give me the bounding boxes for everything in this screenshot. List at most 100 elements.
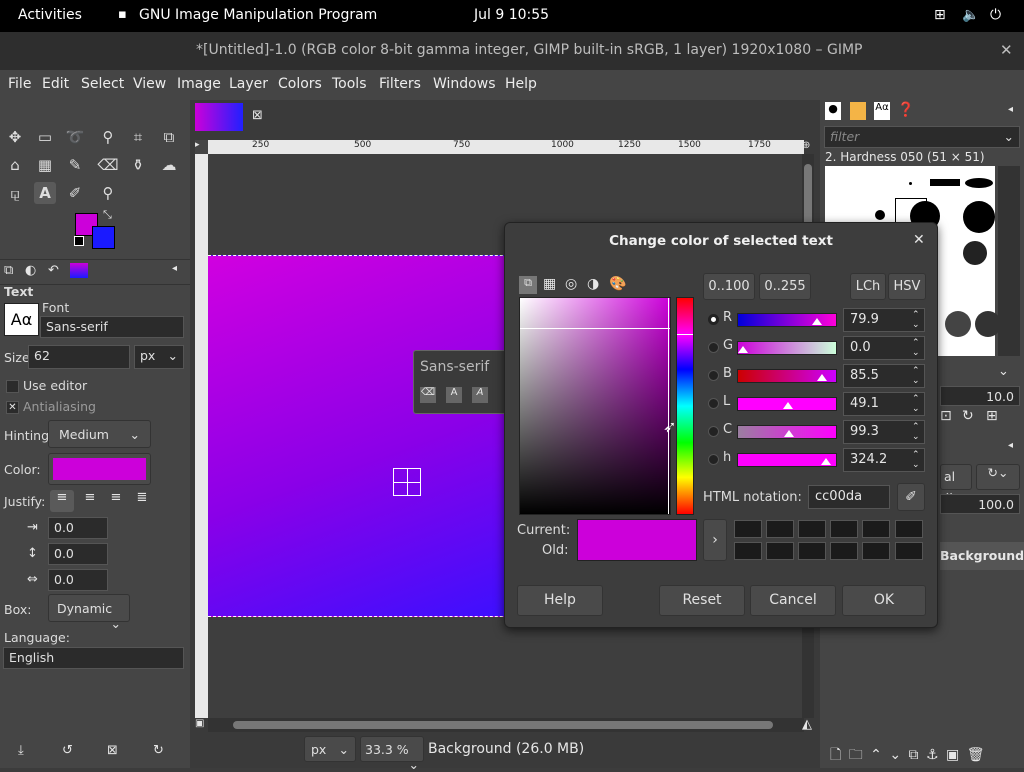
zoom-fit-icon[interactable]: ◭ — [802, 717, 812, 732]
brush-filter-input[interactable]: filter ⌄ — [824, 126, 1020, 148]
clear-style-icon[interactable]: ⌫ — [420, 387, 436, 403]
history-swatch[interactable] — [895, 542, 923, 560]
reset-button[interactable]: Reset — [659, 585, 745, 616]
horizontal-scrollbar[interactable] — [208, 718, 804, 732]
justify-center-icon[interactable]: ≡ — [104, 490, 128, 512]
fonts-tab-icon[interactable]: Aα — [874, 102, 890, 120]
history-swatch[interactable] — [766, 520, 794, 538]
help-button[interactable]: Help — [517, 585, 603, 616]
channel-value-input[interactable]: 0.0 ⌃⌄ — [843, 336, 925, 360]
spin-arrows-icon[interactable]: ⌃⌄ — [912, 450, 920, 470]
watercolor-selector-icon[interactable]: ◎ — [565, 276, 577, 292]
indent-input[interactable]: 0.0 — [48, 517, 108, 539]
duplicate-layer-icon[interactable]: ⧉ — [909, 747, 919, 763]
channel-value-input[interactable]: 79.9 ⌃⌄ — [843, 308, 925, 332]
rect-select-tool-icon[interactable]: ▭ — [34, 126, 56, 148]
clone-tool-icon[interactable]: ⚱ — [127, 154, 149, 176]
menu-view[interactable]: View — [133, 76, 166, 92]
hue-strip[interactable] — [676, 297, 694, 515]
slider-marker[interactable] — [784, 430, 794, 437]
crop-tool-icon[interactable]: ⌗ — [127, 126, 149, 148]
lch-button[interactable]: LCh — [850, 273, 886, 300]
wheel-selector-icon[interactable]: ◑ — [587, 276, 599, 292]
eraser-tool-icon[interactable]: ⌫ — [97, 154, 119, 176]
channel-value-input[interactable]: 324.2 ⌃⌄ — [843, 448, 925, 472]
new-layer-icon[interactable]: 🗋 — [830, 747, 841, 763]
channel-slider[interactable] — [737, 313, 837, 327]
slider-marker[interactable] — [738, 346, 748, 353]
channel-slider[interactable] — [737, 369, 837, 383]
language-input[interactable]: English — [3, 647, 184, 669]
channel-radio[interactable] — [708, 370, 719, 381]
size-input[interactable]: 62 — [28, 345, 130, 369]
tool-options-tab-icon[interactable]: ⧉ — [4, 263, 13, 278]
brush-scrollbar[interactable] — [998, 166, 1020, 356]
justify-fill-icon[interactable]: ≣ — [130, 490, 154, 512]
mask-icon[interactable]: ▣ — [946, 747, 959, 763]
menu-layer[interactable]: Layer — [229, 76, 268, 92]
ruler-corner[interactable]: ▸ — [195, 140, 208, 154]
save-options-icon[interactable]: ⤓ — [18, 743, 24, 758]
lasso-tool-icon[interactable]: ➰ — [64, 126, 86, 148]
font-preview-button[interactable]: Aα — [4, 303, 39, 336]
anchor-layer-icon[interactable]: ⚓ — [926, 747, 939, 763]
refresh-brushes-icon[interactable]: ↻ — [962, 408, 974, 424]
image-tab-thumbnail[interactable] — [195, 103, 243, 131]
history-swatch[interactable] — [766, 542, 794, 560]
history-swatch[interactable] — [862, 520, 890, 538]
gradient-tool-icon[interactable]: ▦ — [34, 154, 56, 176]
slider-marker[interactable] — [820, 458, 831, 465]
history-swatch[interactable] — [830, 542, 858, 560]
network-icon[interactable]: ⊞ — [934, 7, 946, 23]
menu-windows[interactable]: Windows — [433, 76, 496, 92]
smudge-tool-icon[interactable]: ☁ — [158, 154, 180, 176]
layer-row[interactable]: Background — [940, 542, 1024, 570]
justify-left-icon[interactable]: ≡ — [50, 490, 74, 512]
color-picker-tool-icon[interactable]: ✐ — [64, 182, 86, 204]
cancel-button[interactable]: Cancel — [750, 585, 836, 616]
channel-value-input[interactable]: 49.1 ⌃⌄ — [843, 392, 925, 416]
html-notation-input[interactable]: cc00da — [808, 485, 890, 509]
slider-marker[interactable] — [816, 374, 827, 381]
size-unit-select[interactable]: px ⌄ — [134, 345, 184, 369]
palette-selector-icon[interactable]: 🎨 — [609, 276, 626, 292]
history-swatch[interactable] — [830, 520, 858, 538]
line-spacing-input[interactable]: 0.0 — [48, 543, 108, 565]
activities-button[interactable]: Activities — [18, 7, 82, 23]
new-layer-group-icon[interactable]: 🗀 — [849, 747, 863, 763]
ok-button[interactable]: OK — [842, 585, 926, 616]
help-tab-icon[interactable]: ❓ — [897, 102, 914, 118]
history-swatch[interactable] — [798, 520, 826, 538]
menu-filters[interactable]: Filters — [379, 76, 421, 92]
window-close-icon[interactable]: ✕ — [1000, 41, 1013, 59]
spin-arrows-icon[interactable]: ⌃⌄ — [912, 394, 920, 414]
spin-arrows-icon[interactable]: ⌃⌄ — [912, 338, 920, 358]
slider-marker[interactable] — [783, 402, 794, 409]
channel-radio[interactable] — [708, 426, 719, 437]
lower-layer-icon[interactable]: ⌄ — [889, 747, 901, 763]
spacing-input[interactable]: 10.0 — [940, 386, 1020, 406]
reset-options-icon[interactable]: ↻ — [153, 743, 164, 758]
menu-colors[interactable]: Colors — [278, 76, 322, 92]
history-swatch[interactable] — [734, 520, 762, 538]
power-icon[interactable]: ⏻ — [990, 7, 1001, 23]
font-input[interactable]: Sans-serif — [40, 316, 184, 338]
channel-radio[interactable] — [708, 454, 719, 465]
opacity-input[interactable]: 100.0 — [940, 494, 1020, 514]
fuzzy-select-tool-icon[interactable]: ⚲ — [97, 126, 119, 148]
channel-value-input[interactable]: 99.3 ⌃⌄ — [843, 420, 925, 444]
spin-arrows-icon[interactable]: ⌃⌄ — [912, 366, 920, 386]
slider-marker[interactable] — [811, 318, 822, 325]
range-0-255-button[interactable]: 0..255 — [759, 273, 811, 300]
menu-select[interactable]: Select — [81, 76, 124, 92]
saturation-value-area[interactable] — [519, 297, 671, 515]
menu-image[interactable]: Image — [177, 76, 221, 92]
zoom-select[interactable]: 33.3 % ⌄ — [360, 736, 424, 772]
eyedropper-icon[interactable]: ✐ — [897, 483, 925, 511]
images-tab-icon[interactable] — [70, 263, 88, 278]
undo-history-tab-icon[interactable]: ↶ — [48, 263, 59, 278]
range-0-100-button[interactable]: 0..100 — [703, 273, 755, 300]
use-editor-checkbox[interactable] — [6, 380, 19, 393]
channel-value-input[interactable]: 85.5 ⌃⌄ — [843, 364, 925, 388]
background-color-swatch[interactable] — [92, 226, 115, 249]
